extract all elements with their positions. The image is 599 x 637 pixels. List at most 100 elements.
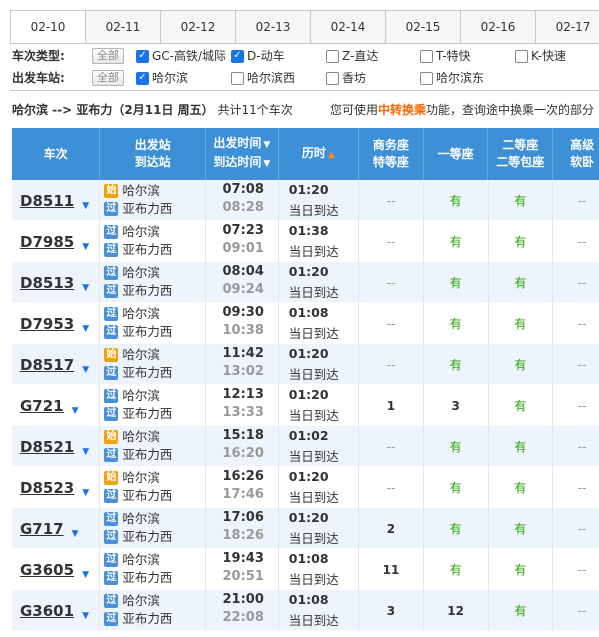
first-class-availability: 有 — [424, 426, 489, 467]
station-type-badge: 始 — [104, 348, 119, 362]
arrival-day: 当日到达 — [288, 367, 339, 382]
departure-time: 12:13 — [222, 387, 264, 402]
station-label: 哈尔滨东 — [436, 71, 485, 85]
date-tab[interactable]: 02-10 — [10, 11, 85, 43]
station-type-badge: 过 — [104, 243, 119, 257]
header-time-arr: 到达时间 ▼ — [213, 155, 271, 169]
duration: 01:20 — [288, 510, 329, 525]
train-number-link[interactable]: D8521 — [20, 438, 74, 456]
expand-stops-icon[interactable]: ▼ — [82, 365, 89, 375]
arrival-time: 09:01 — [222, 241, 264, 256]
table-row: D8517 ▼ 始哈尔滨过亚布力西 11:42 13:02 01:20 当日到达 -- 有有 -- — [12, 344, 599, 385]
train-type-label: T-特快 — [436, 49, 471, 63]
arrival-day: 当日到达 — [288, 244, 339, 259]
header-second-class: 二等座 二等包座 — [488, 128, 554, 180]
train-number-link[interactable]: D7953 — [20, 315, 74, 333]
arrival-time: 22:08 — [222, 610, 264, 625]
train-type-checkbox[interactable]: D-动车 — [231, 47, 285, 65]
station-checkbox[interactable]: 哈尔滨东 — [420, 69, 484, 87]
soft-sleeper-availability: -- — [553, 262, 599, 303]
train-type-all-button[interactable]: 全部 — [92, 48, 124, 64]
station-type-badge: 过 — [104, 307, 119, 321]
duration-cell: 01:08 当日到达 — [279, 590, 360, 631]
station-cell: 过哈尔滨过亚布力西 — [100, 303, 207, 344]
header-business-seat: 商务座 特等座 — [359, 128, 424, 180]
date-tab[interactable]: 02-12 — [160, 11, 235, 43]
station-label: 香坊 — [342, 71, 367, 85]
station-all-button[interactable]: 全部 — [92, 70, 124, 86]
second-class-availability: 有 — [489, 467, 554, 508]
train-cell: D7953 ▼ — [12, 303, 101, 344]
arrival-day: 当日到达 — [288, 326, 339, 341]
departure-time: 15:18 — [222, 428, 264, 443]
departure-time: 07:08 — [222, 182, 264, 197]
to-station-name: 亚布力西 — [122, 406, 173, 421]
train-number-link[interactable]: D8517 — [20, 356, 74, 374]
train-type-filter-row: 车次类型: 全部 GC-高铁/城际 D-动车 Z-直达 T-特快 K-快速 — [10, 47, 599, 65]
expand-stops-icon[interactable]: ▼ — [82, 570, 89, 580]
expand-stops-icon[interactable]: ▼ — [82, 611, 89, 621]
table-header: 车次 出发站 到达站 出发时间 ▼ 到达时间 ▼ 历时 ▲ 商务座 特等座 一等座 二… — [12, 128, 599, 180]
business-seat-availability: -- — [359, 221, 424, 262]
station-checkbox[interactable]: 哈尔滨西 — [231, 69, 295, 87]
expand-stops-icon[interactable]: ▼ — [82, 447, 89, 457]
train-type-checkbox[interactable]: GC-高铁/城际 — [136, 47, 226, 65]
from-station-name: 哈尔滨 — [122, 388, 160, 403]
transfer-link[interactable]: 中转换乘 — [378, 103, 426, 117]
train-number-link[interactable]: D7985 — [20, 233, 74, 251]
train-number-link[interactable]: G717 — [20, 520, 64, 538]
train-number-link[interactable]: D8513 — [20, 274, 74, 292]
train-count: 共计11个车次 — [217, 103, 293, 117]
expand-stops-icon[interactable]: ▼ — [72, 406, 79, 416]
station-checkbox[interactable]: 哈尔滨 — [136, 69, 188, 87]
train-number-link[interactable]: G721 — [20, 397, 64, 415]
to-station-name: 亚布力西 — [122, 570, 173, 585]
expand-stops-icon[interactable]: ▼ — [82, 283, 89, 293]
first-class-availability: 有 — [424, 549, 489, 590]
to-station: 过亚布力西 — [104, 200, 172, 218]
date-tab[interactable]: 02-13 — [235, 11, 310, 43]
train-type-checkbox[interactable]: K-快速 — [515, 47, 566, 65]
sort-up-icon: ▲ — [327, 149, 335, 160]
expand-stops-icon[interactable]: ▼ — [82, 488, 89, 498]
duration-cell: 01:38 当日到达 — [279, 221, 360, 262]
header-time[interactable]: 出发时间 ▼ 到达时间 ▼ — [206, 128, 279, 180]
duration: 01:20 — [288, 264, 329, 279]
header-station[interactable]: 出发站 到达站 — [100, 128, 207, 180]
expand-stops-icon[interactable]: ▼ — [72, 529, 79, 539]
train-number-link[interactable]: G3605 — [20, 561, 74, 579]
station-checkbox[interactable]: 香坊 — [326, 69, 366, 87]
expand-stops-icon[interactable]: ▼ — [82, 201, 89, 211]
header-train[interactable]: 车次 — [12, 128, 101, 180]
checkbox-icon — [231, 49, 244, 63]
station-cell: 始哈尔滨过亚布力西 — [100, 344, 207, 385]
departure-time: 21:00 — [222, 592, 264, 607]
station-type-badge: 过 — [104, 612, 119, 626]
header-duration-label: 历时 ▲ — [301, 145, 335, 160]
train-cell: G3605 ▼ — [12, 549, 101, 590]
second-class-availability: 有 — [489, 385, 554, 426]
date-tab[interactable]: 02-15 — [385, 11, 460, 43]
from-station-name: 哈尔滨 — [122, 224, 160, 239]
arrival-day: 当日到达 — [288, 531, 339, 546]
train-number-link[interactable]: D8523 — [20, 479, 74, 497]
expand-stops-icon[interactable]: ▼ — [82, 242, 89, 252]
from-station-name: 哈尔滨 — [122, 470, 160, 485]
date-tab[interactable]: 02-17 — [535, 11, 599, 43]
duration-cell: 01:20 当日到达 — [279, 385, 360, 426]
from-station-name: 哈尔滨 — [122, 429, 160, 444]
train-type-checkbox[interactable]: T-特快 — [420, 47, 471, 65]
train-number-link[interactable]: G3601 — [20, 602, 74, 620]
date-tab[interactable]: 02-16 — [460, 11, 535, 43]
expand-stops-icon[interactable]: ▼ — [82, 324, 89, 334]
train-type-checkbox[interactable]: Z-直达 — [326, 47, 378, 65]
date-tab[interactable]: 02-14 — [310, 11, 385, 43]
date-tab[interactable]: 02-11 — [85, 11, 160, 43]
header-duration[interactable]: 历时 ▲ — [279, 128, 360, 180]
header-first-class: 一等座 — [424, 128, 489, 180]
station-type-badge: 过 — [104, 366, 119, 380]
train-number-link[interactable]: D8511 — [20, 192, 74, 210]
query-summary: 哈尔滨 --> 亚布力（2月11日 周五） 共计11个车次 您可使用中转换乘功能… — [12, 101, 599, 119]
station-label: 哈尔滨西 — [247, 71, 296, 85]
train-table: D8511 ▼ 始哈尔滨过亚布力西 07:08 08:28 01:20 当日到达 -- 有有 --… — [12, 180, 599, 631]
